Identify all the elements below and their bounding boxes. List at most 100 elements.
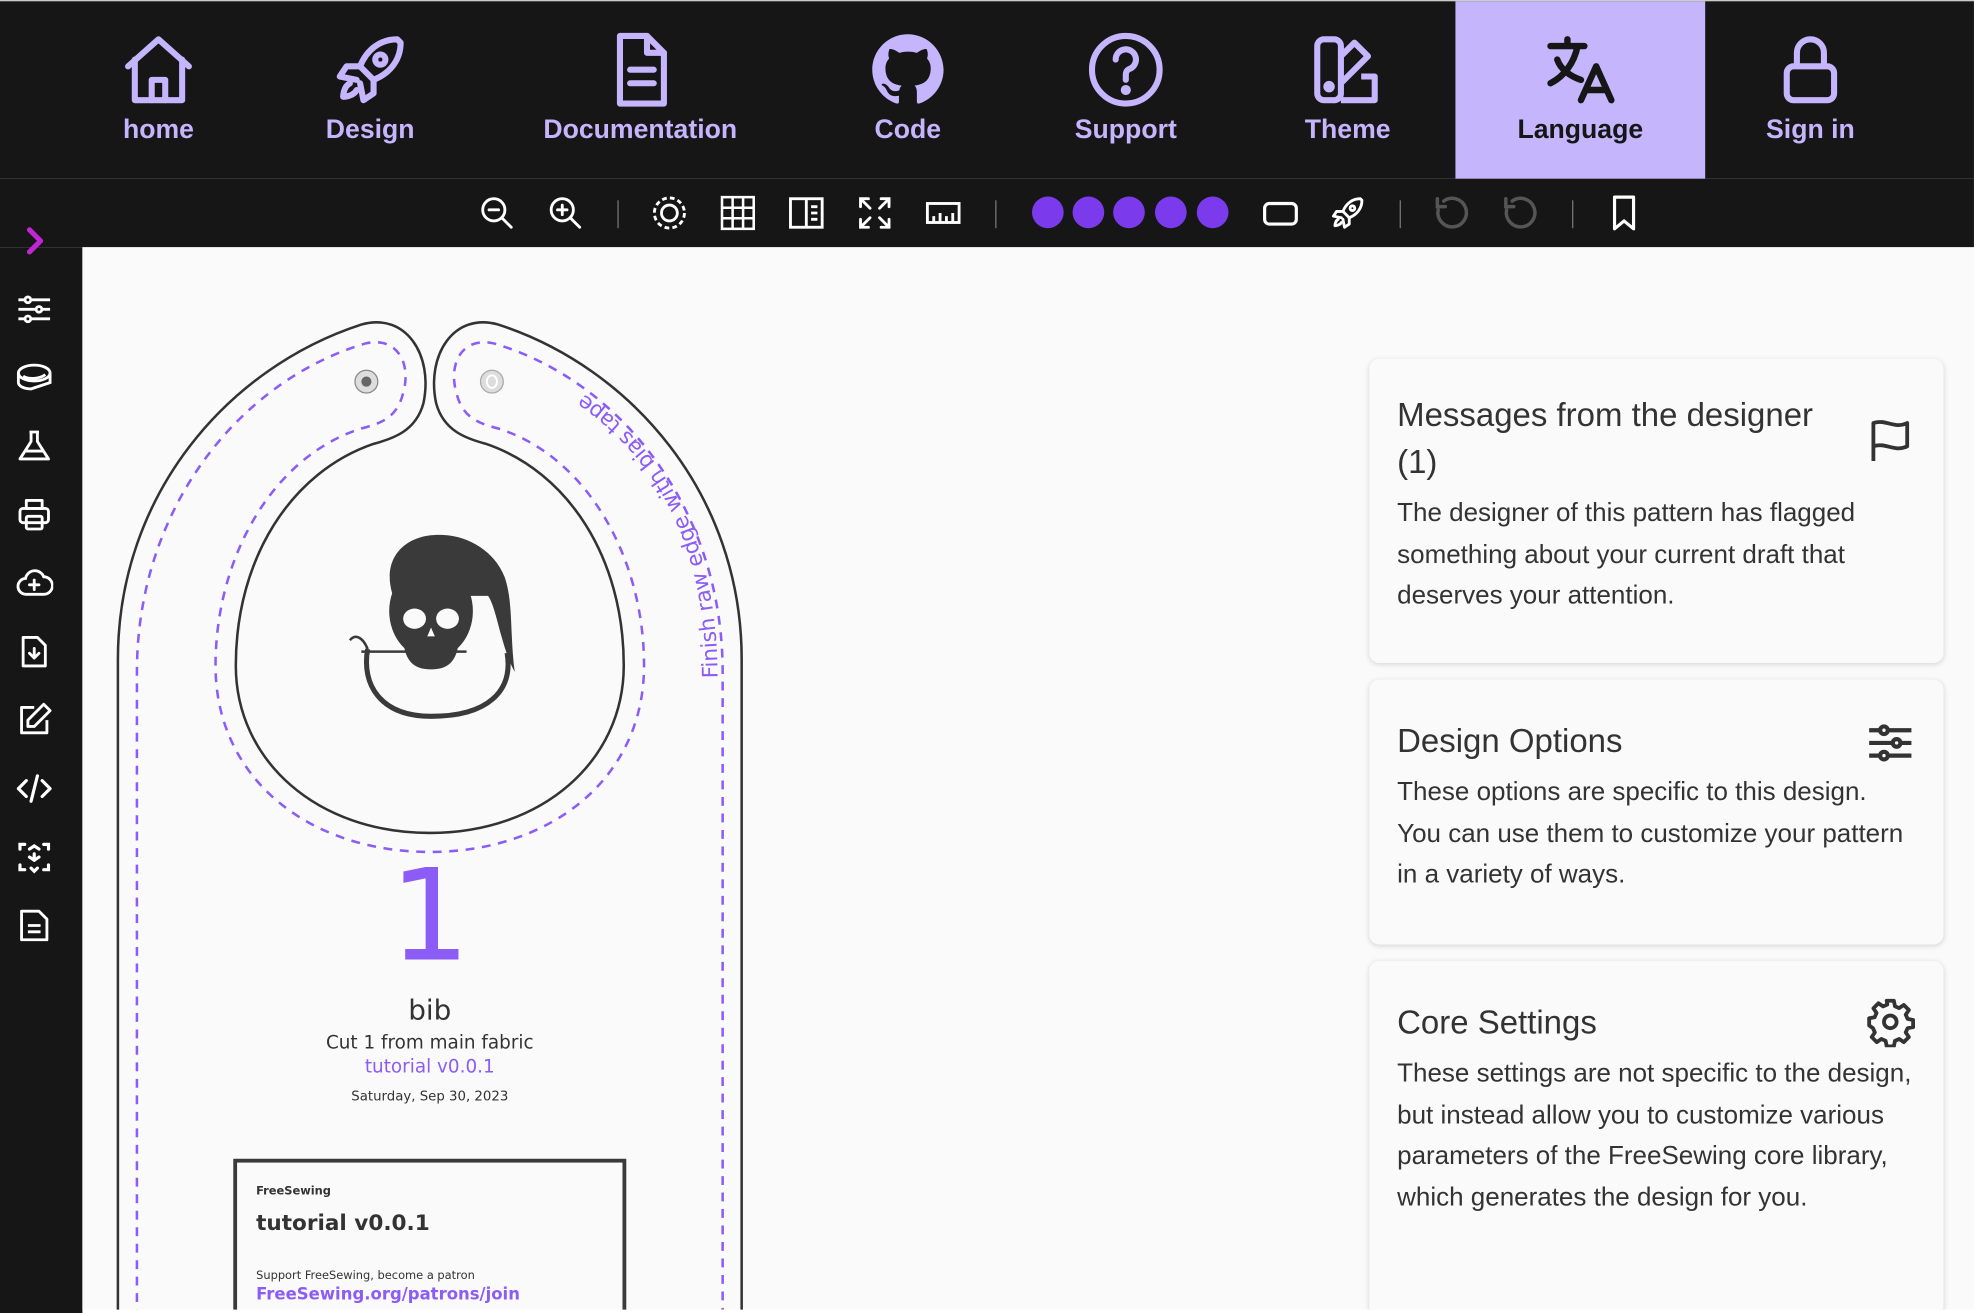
card-designer-messages[interactable]: Messages from the designer (1) The desig… — [1369, 358, 1944, 664]
card-title: Design Options — [1397, 721, 1623, 760]
nav-code[interactable]: Code — [857, 1, 958, 178]
nav-home[interactable]: home — [114, 1, 203, 178]
zoom-in-icon — [549, 197, 582, 229]
gear-icon — [1867, 998, 1916, 1048]
swatch-icon — [1314, 36, 1378, 104]
title-brand: FreeSewing — [256, 1185, 331, 1199]
snap-left — [354, 369, 379, 394]
part-name: bib — [408, 995, 452, 1027]
flask-icon — [18, 430, 50, 461]
toolbar-divider — [995, 200, 997, 229]
fullscreen-button[interactable] — [856, 194, 894, 232]
part-number: 1 — [389, 841, 471, 991]
nav-support[interactable]: Support — [1069, 1, 1183, 178]
rocket-icon — [336, 36, 404, 104]
detail-level-4[interactable] — [1154, 196, 1187, 229]
draft-button[interactable] — [1329, 194, 1367, 232]
tape-icon — [16, 363, 52, 391]
ruler-icon — [925, 202, 961, 224]
toolbar — [0, 178, 1974, 248]
nav-language[interactable]: Language — [1455, 1, 1706, 179]
redo-button[interactable] — [1501, 194, 1539, 232]
lock-icon — [1783, 36, 1838, 104]
complete-button[interactable] — [787, 194, 825, 232]
card-title: Core Settings — [1397, 1002, 1597, 1041]
title-design: tutorial v0.0.1 — [256, 1210, 430, 1237]
document-icon — [616, 32, 667, 107]
toolbar-divider — [1399, 200, 1401, 229]
bookmark-button[interactable] — [1605, 194, 1643, 232]
draft-date: Saturday, Sep 30, 2023 — [351, 1089, 509, 1105]
bookmark-icon — [1612, 195, 1636, 231]
sidebar-code[interactable] — [15, 770, 53, 808]
detail-level-2[interactable] — [1072, 196, 1105, 229]
fullscreen-icon — [859, 197, 891, 229]
patron-link[interactable]: FreeSewing.org/patrons/join — [256, 1286, 520, 1305]
sidebar-design-options[interactable] — [15, 290, 53, 328]
translate-icon — [1546, 36, 1614, 104]
nav-sign-in[interactable]: Sign in — [1760, 1, 1861, 178]
undo-icon — [1435, 196, 1469, 229]
nav-design[interactable]: Design — [319, 1, 420, 178]
seam-allowance-button[interactable] — [650, 194, 688, 232]
design-version: tutorial v0.0.1 — [364, 1057, 495, 1078]
printer-icon — [18, 499, 50, 531]
main-nav: home Design Documentation Code Support T… — [0, 1, 1974, 179]
frame-button[interactable] — [1261, 194, 1299, 232]
sidebar-inspect[interactable] — [15, 838, 53, 876]
card-body: These settings are not specific to the d… — [1397, 1058, 1912, 1212]
sidebar-save[interactable] — [15, 564, 54, 602]
nav-documentation[interactable]: Documentation — [532, 1, 748, 178]
detail-level-1[interactable] — [1031, 196, 1064, 229]
home-icon — [125, 36, 192, 104]
edit-icon — [20, 702, 52, 735]
card-core-settings[interactable]: Core Settings These settings are not spe… — [1369, 960, 1944, 1310]
zoom-out-icon — [481, 197, 513, 229]
title-support: Support FreeSewing, become a patron — [256, 1270, 475, 1284]
cut-instructions: Cut 1 from main fabric — [325, 1033, 534, 1054]
sidebar-docs[interactable] — [15, 906, 53, 944]
grid-icon — [720, 195, 755, 231]
card-design-options[interactable]: Design Options These options are specifi… — [1369, 679, 1944, 945]
download-icon — [21, 635, 47, 668]
document-icon — [20, 909, 49, 942]
snap-right — [479, 369, 504, 394]
paperless-button[interactable] — [719, 194, 757, 232]
paper-icon — [789, 197, 824, 229]
undo-button[interactable] — [1433, 194, 1471, 232]
toolbar-divider — [617, 200, 619, 229]
chevron-right-icon — [26, 227, 44, 255]
question-icon — [1088, 32, 1163, 107]
zoom-in-button[interactable] — [546, 194, 584, 232]
sidebar-export[interactable] — [15, 633, 53, 671]
pattern-canvas[interactable]: Finish raw edge with bias tape 1 bib Cut… — [82, 247, 1974, 1310]
card-title: Messages from the designer (1) — [1397, 395, 1814, 481]
units-button[interactable] — [924, 194, 962, 232]
frame-icon — [1263, 201, 1298, 226]
sidebar-print[interactable] — [15, 496, 53, 534]
sliders-icon — [18, 295, 51, 324]
card-body: These options are specific to this desig… — [1397, 777, 1904, 889]
sa-icon — [652, 196, 686, 230]
expand-sidebar-button[interactable] — [15, 222, 53, 260]
nav-theme[interactable]: Theme — [1297, 1, 1398, 178]
inspect-icon — [18, 842, 51, 874]
title-block: FreeSewing tutorial v0.0.1 Support FreeS… — [233, 1158, 627, 1310]
detail-level-3[interactable] — [1113, 196, 1145, 229]
code-icon — [16, 774, 52, 803]
redo-icon — [1504, 196, 1537, 229]
rocket-icon — [1331, 197, 1364, 229]
sidebar-measurements[interactable] — [15, 359, 53, 397]
skull-logo — [348, 534, 515, 719]
github-icon — [872, 34, 944, 104]
zoom-out-button[interactable] — [478, 194, 516, 232]
sidebar-test[interactable] — [15, 427, 53, 465]
cloud-upload-icon — [16, 569, 54, 596]
sidebar-edit[interactable] — [15, 701, 53, 739]
edge-note: Finish raw edge with bias tape — [573, 389, 724, 678]
sliders-icon — [1869, 724, 1912, 762]
flag-icon — [1871, 420, 1910, 462]
detail-level-5[interactable] — [1196, 196, 1229, 229]
app: home Design Documentation Code Support T… — [0, 0, 1974, 1313]
card-body: The designer of this pattern has flagged… — [1397, 498, 1856, 610]
